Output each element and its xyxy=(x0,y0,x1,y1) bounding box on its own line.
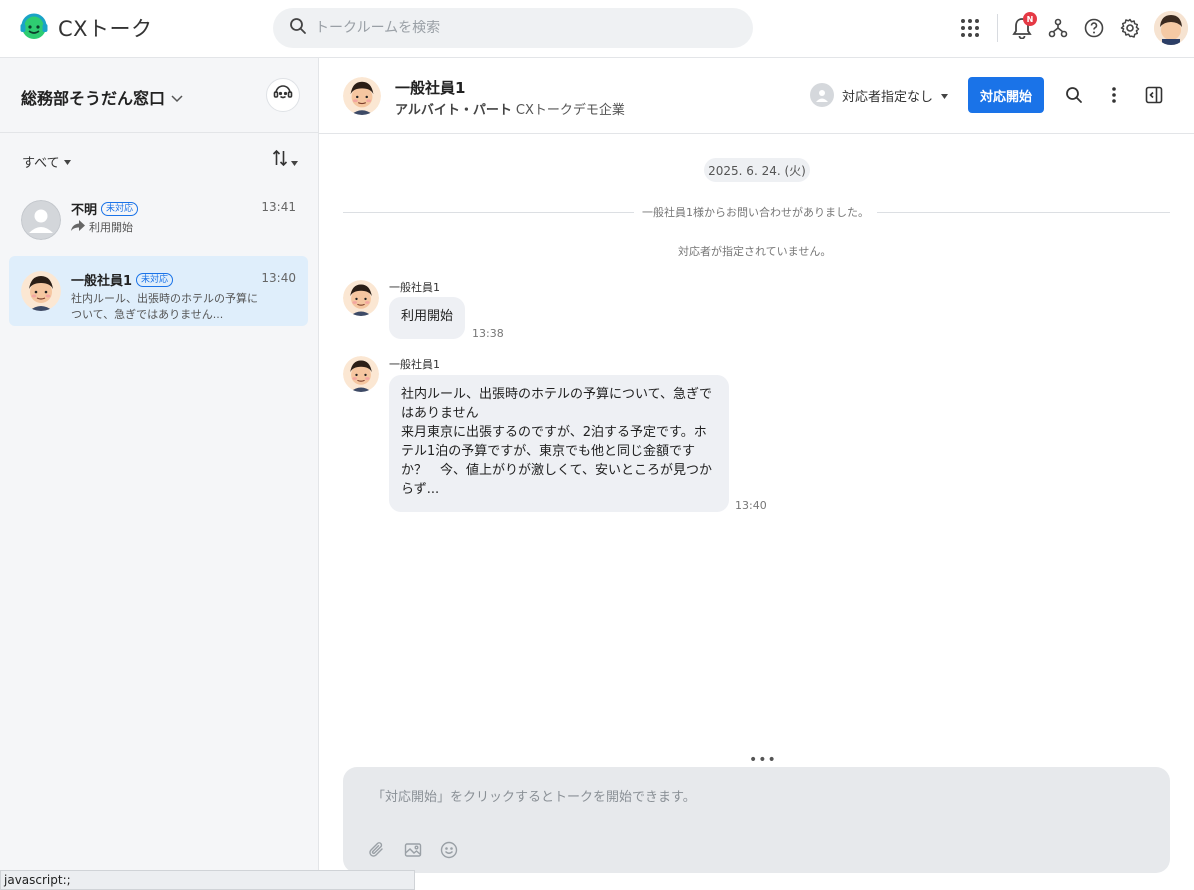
user-avatar[interactable] xyxy=(1154,11,1188,45)
search-input[interactable] xyxy=(315,20,735,36)
status-badge: 未対応 xyxy=(101,201,139,216)
sort-arrows-icon xyxy=(272,149,288,171)
app-window: CXトーク N xyxy=(0,0,1194,890)
app-name: CXトーク xyxy=(58,17,153,41)
toggle-panel-icon[interactable] xyxy=(1141,82,1167,108)
conversation-sidebar: 総務部そうだん窓口 すべて 不明 未対応 13:41 利用開始 一般社員1 未対… xyxy=(0,58,319,890)
person-icon xyxy=(810,83,834,107)
search-messages-icon[interactable] xyxy=(1061,82,1087,108)
assignee-label: 対応者指定なし xyxy=(842,89,934,105)
assignee-dropdown[interactable]: 対応者指定なし xyxy=(810,83,949,107)
avatar[interactable] xyxy=(343,77,381,115)
help-icon[interactable] xyxy=(1080,14,1108,42)
conversation-name-row: 一般社員1 未対応 xyxy=(71,270,174,289)
conversation-item-active[interactable]: 一般社員1 未対応 13:40 社内ルール、出張時のホテルの予算について、急ぎで… xyxy=(9,256,308,326)
filter-label: すべて xyxy=(22,156,60,171)
conversation-preview: 社内ルール、出張時のホテルの予算について、急ぎではありません... xyxy=(71,292,258,321)
message-line: はありません xyxy=(401,406,479,421)
avatar[interactable] xyxy=(343,356,379,392)
message-line: か？ 今、値上がりが激しくて、安いところが見つか xyxy=(401,463,712,478)
apps-grid-icon[interactable] xyxy=(956,14,984,42)
contact-name: 一般社員1 xyxy=(395,79,466,97)
browser-status-bar: javascript:; xyxy=(0,870,415,890)
sort-button[interactable] xyxy=(272,149,298,171)
avatar xyxy=(21,200,61,240)
avatar[interactable] xyxy=(343,280,379,316)
search-box[interactable] xyxy=(273,8,753,48)
message-line: 来月東京に出張するのですが、2泊する予定です。ホ xyxy=(401,425,707,440)
contact-role: アルバイト・パート xyxy=(395,103,512,118)
headset-logo-icon xyxy=(18,10,50,46)
caret-down-icon xyxy=(63,154,71,169)
notification-badge: N xyxy=(1023,12,1037,26)
avatar xyxy=(21,271,61,311)
image-upload-icon xyxy=(402,839,424,861)
message-composer: 「対応開始」をクリックするとトークを開始できます。 xyxy=(343,767,1170,873)
channel-selector[interactable]: 総務部そうだん窓口 xyxy=(21,85,183,109)
contact-details: アルバイト・パート CXトークデモ企業 xyxy=(395,99,625,118)
app-logo[interactable]: CXトーク xyxy=(18,11,153,45)
message-bubble: 利用開始 xyxy=(389,297,466,339)
message-sender: 一般社員1 xyxy=(389,281,440,294)
org-network-icon[interactable] xyxy=(1044,14,1072,42)
system-message: 対応者が指定されていません。 xyxy=(678,245,832,258)
conversation-name-row: 不明 未対応 xyxy=(71,199,139,218)
forward-arrow-icon xyxy=(71,220,85,236)
conversation-preview-row: 利用開始 xyxy=(71,220,267,236)
search-icon xyxy=(289,17,307,39)
composer-placeholder: 「対応開始」をクリックするとトークを開始できます。 xyxy=(372,790,696,805)
sidebar-header: 総務部そうだん窓口 xyxy=(0,58,318,133)
conversation-name: 不明 xyxy=(71,203,98,218)
message-time: 13:38 xyxy=(472,327,504,340)
more-vertical-icon[interactable] xyxy=(1101,82,1127,108)
conversation-time: 13:40 xyxy=(261,271,296,285)
top-bar: CXトーク N xyxy=(0,0,1194,58)
conversation-name: 一般社員1 xyxy=(71,274,133,289)
attachment-icon xyxy=(366,839,388,861)
toolbar-divider xyxy=(997,14,998,42)
emoji-icon xyxy=(438,839,460,861)
conversation-time: 13:41 xyxy=(261,200,296,214)
support-agent-icon xyxy=(272,82,294,108)
conversation-preview: 利用開始 xyxy=(89,221,133,234)
chat-header: 一般社員1 アルバイト・パート CXトークデモ企業 対応者指定なし 対応開始 xyxy=(319,58,1194,134)
message-line: テル1泊の予算ですが、東京でも他と同じ金額です xyxy=(401,444,696,459)
conversation-item[interactable]: 不明 未対応 13:41 利用開始 xyxy=(9,185,308,255)
channel-name: 総務部そうだん窓口 xyxy=(21,89,166,108)
settings-gear-icon[interactable] xyxy=(1116,14,1144,42)
status-filter-dropdown[interactable]: すべて xyxy=(22,152,71,171)
message-line: らず... xyxy=(401,482,440,497)
date-separator: 2025. 6. 24. (火) xyxy=(704,158,810,182)
message-line: 社内ルール、出張時のホテルの予算について、急ぎで xyxy=(401,387,712,402)
caret-down-icon xyxy=(291,151,298,170)
status-badge: 未対応 xyxy=(136,272,174,287)
chevron-down-icon xyxy=(171,88,183,107)
contact-company: CXトークデモ企業 xyxy=(515,103,625,118)
notification-bell-icon[interactable]: N xyxy=(1008,12,1037,42)
system-message: 一般社員1様からお問い合わせがありました。 xyxy=(634,204,877,220)
message-bubble: 社内ルール、出張時のホテルの予算について、急ぎで はありません 来月東京に出張す… xyxy=(389,375,729,512)
message-time: 13:40 xyxy=(735,499,767,512)
message-sender: 一般社員1 xyxy=(389,358,440,371)
support-agent-button[interactable] xyxy=(266,78,300,112)
resize-handle[interactable]: ••• xyxy=(749,752,777,768)
caret-down-icon xyxy=(941,88,949,103)
start-response-button[interactable]: 対応開始 xyxy=(968,77,1044,113)
